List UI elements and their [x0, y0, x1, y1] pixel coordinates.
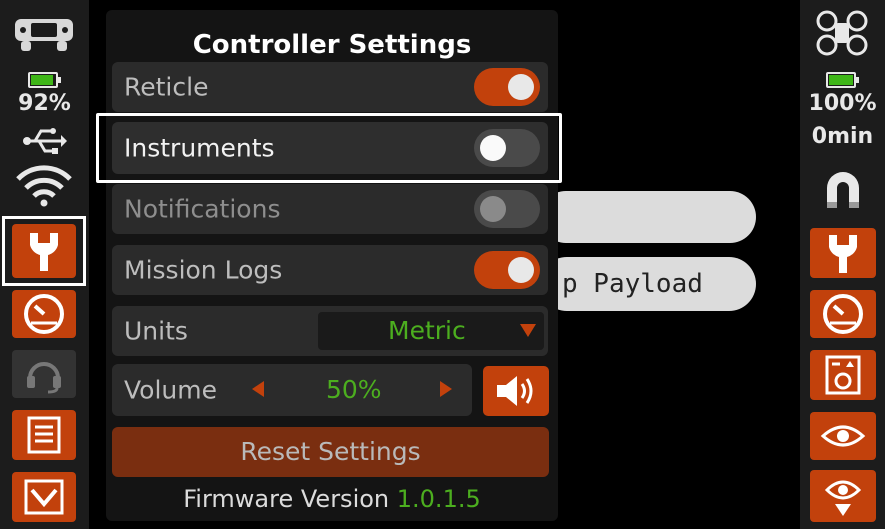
panel-title: Controller Settings: [192, 30, 472, 60]
notifications-label: Notifications: [124, 194, 281, 224]
gauge-icon[interactable]: [12, 290, 76, 338]
notifications-toggle[interactable]: [474, 190, 540, 228]
location-eye-icon[interactable]: [810, 470, 876, 522]
speaker-button[interactable]: [483, 366, 549, 416]
mission-logs-row[interactable]: Mission Logs: [112, 245, 548, 295]
chevron-down-icon[interactable]: [12, 472, 76, 522]
speaker-icon: [497, 376, 533, 406]
controller-battery-icon: [28, 72, 61, 88]
usb-icon: [20, 124, 68, 158]
firmware-info: Firmware Version 1.0.1.5: [106, 485, 558, 513]
dropdown-arrow-icon: [520, 324, 536, 337]
wifi-icon: [12, 162, 76, 208]
eye-icon[interactable]: [810, 412, 876, 460]
flight-time: 0min: [811, 124, 874, 149]
wrench-icon-right[interactable]: [810, 228, 876, 278]
reset-settings-button[interactable]: Reset Settings: [112, 427, 549, 477]
left-status-rail: 92%: [0, 0, 89, 529]
mission-logs-label: Mission Logs: [124, 255, 283, 285]
mission-logs-toggle[interactable]: [474, 251, 540, 289]
volume-decrease-icon[interactable]: [252, 381, 264, 397]
reticle-toggle[interactable]: [474, 68, 540, 106]
drone-icon: [812, 8, 872, 58]
stop-payload-label: p Payload: [562, 269, 703, 299]
drone-battery-icon: [826, 72, 859, 88]
controller-battery-percent: 92%: [18, 91, 71, 116]
reticle-row[interactable]: Reticle: [112, 62, 548, 112]
firmware-label: Firmware Version: [183, 485, 390, 513]
firmware-version: 1.0.1.5: [396, 485, 481, 513]
drone-list-icon[interactable]: [810, 350, 876, 400]
volume-value: 50%: [326, 375, 382, 404]
headset-icon[interactable]: [12, 350, 76, 398]
right-status-rail: 100% 0min: [800, 0, 885, 529]
gauge-icon-right[interactable]: [810, 290, 876, 338]
selected-row-highlight: [96, 113, 562, 183]
units-value: Metric: [388, 316, 466, 345]
volume-row: Volume 50%: [112, 364, 472, 416]
reticle-label: Reticle: [124, 72, 209, 102]
volume-increase-icon[interactable]: [440, 381, 452, 397]
units-label: Units: [124, 316, 188, 346]
wrench-icon[interactable]: [12, 224, 76, 278]
background-button[interactable]: [540, 191, 756, 243]
stop-payload-button[interactable]: p Payload: [540, 257, 756, 311]
units-dropdown[interactable]: Metric: [318, 312, 544, 350]
gamepad-icon: [10, 10, 78, 56]
document-icon[interactable]: [12, 410, 76, 460]
magnet-icon: [818, 166, 868, 214]
notifications-row[interactable]: Notifications: [112, 184, 548, 234]
volume-label: Volume: [124, 375, 217, 405]
drone-battery-percent: 100%: [808, 91, 877, 116]
